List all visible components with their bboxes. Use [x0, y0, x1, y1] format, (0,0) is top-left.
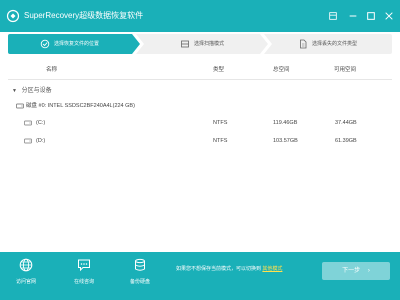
column-name[interactable]: 名称 — [46, 60, 57, 80]
document-icon — [300, 39, 307, 49]
collapse-arrow-icon[interactable]: ▼ — [12, 88, 17, 94]
partition-free: 61.39GB — [335, 138, 357, 144]
mode-hint: 如果您不想保存当前模式，可以切换到 其他模式 — [176, 264, 282, 274]
table-header: 名称 类型 总空间 可用空间 — [8, 60, 392, 80]
database-icon — [135, 258, 145, 271]
target-icon — [40, 39, 50, 49]
app-title: SuperRecovery超级数据恢复软件 — [24, 11, 144, 20]
globe-icon — [19, 258, 33, 272]
step-label: 选择恢复文件的位置 — [54, 41, 100, 47]
partition-total: 119.46GB — [273, 120, 298, 126]
website-label: 访问官网 — [15, 279, 36, 285]
partition-name: (D:) — [36, 138, 46, 144]
disk-label: 磁盘 #0: INTEL SSDSC2BF240A4L(224 GB) — [26, 103, 135, 109]
column-total[interactable]: 总空间 — [273, 60, 290, 80]
skin-icon[interactable] — [326, 9, 340, 23]
step-label: 选择丢失的文件类型 — [312, 41, 358, 47]
partition-type: NTFS — [213, 138, 228, 144]
backup-disk-button[interactable]: 备份硬盘 — [122, 258, 158, 296]
wizard-steps: 选择恢复文件的位置 选择扫描模式 选择丢失的文件类型 — [8, 34, 392, 54]
website-button[interactable]: 访问官网 — [8, 258, 44, 296]
online-chat-label: 在线咨询 — [73, 279, 94, 285]
other-mode-link[interactable]: 其他模式 — [262, 266, 282, 272]
title-bar: SuperRecovery超级数据恢复软件 — [0, 0, 400, 32]
partition-name: (C:) — [36, 120, 46, 126]
close-button[interactable] — [382, 9, 396, 23]
group-label: 分区与设备 — [21, 88, 52, 94]
column-free[interactable]: 可用空间 — [334, 60, 356, 80]
step-scan-mode[interactable]: 选择扫描模式 — [136, 34, 268, 54]
scan-icon — [181, 40, 189, 48]
minimize-button[interactable] — [346, 9, 360, 23]
maximize-button[interactable] — [364, 9, 378, 23]
step-file-type[interactable]: 选择丢失的文件类型 — [264, 34, 392, 54]
step-label: 选择扫描模式 — [194, 41, 225, 47]
online-chat-button[interactable]: 在线咨询 — [66, 258, 102, 296]
drive-icon — [24, 138, 32, 144]
next-label: 下一步 — [342, 268, 361, 274]
backup-disk-label: 备份硬盘 — [129, 279, 150, 285]
chat-icon — [78, 259, 90, 272]
group-partitions[interactable]: ▼ 分区与设备 — [12, 86, 52, 96]
partition-free: 37.44GB — [335, 120, 357, 126]
column-type[interactable]: 类型 — [213, 60, 224, 80]
drive-icon — [24, 120, 32, 126]
step-location[interactable]: 选择恢复文件的位置 — [8, 34, 140, 54]
chevron-right-icon: › — [367, 268, 370, 274]
app-logo-icon — [6, 9, 20, 23]
table-row[interactable]: (C:) NTFS 119.46GB 37.44GB — [8, 116, 392, 130]
harddisk-icon — [16, 103, 24, 109]
partition-type: NTFS — [213, 120, 228, 126]
hint-text: 如果您不想保存当前模式，可以切换到 — [176, 266, 262, 272]
partition-total: 103.57GB — [273, 138, 298, 144]
next-button[interactable]: 下一步 › — [322, 262, 390, 280]
table-row[interactable]: (D:) NTFS 103.57GB 61.39GB — [8, 134, 392, 148]
